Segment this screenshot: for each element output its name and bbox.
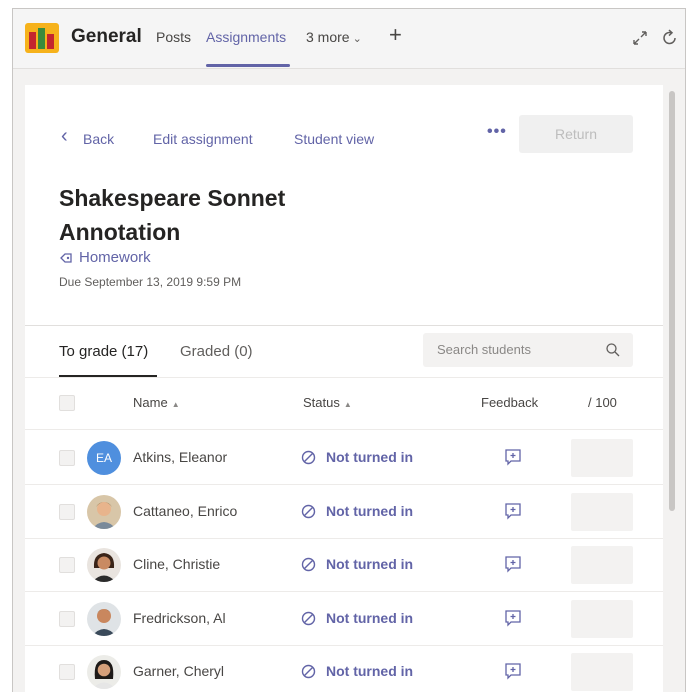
row-checkbox[interactable] [59,450,75,466]
not-turned-in-icon [301,664,316,678]
tab-graded[interactable]: Graded (0) [180,343,253,360]
table-row[interactable]: Garner, Cheryl Not turned in [25,645,663,692]
column-name[interactable]: Name ▲ [133,395,180,410]
teams-window: General Posts Assignments 3 more ⌄ + ‹ Ba… [12,8,686,692]
category-label: Homework [79,249,151,266]
status-text: Not turned in [326,556,414,572]
row-checkbox[interactable] [59,611,75,627]
table-row[interactable]: EA Atkins, Eleanor Not turned in [25,431,663,484]
assignment-card: ‹ Back Edit assignment Student view ••• … [25,85,663,692]
column-status[interactable]: Status ▲ [303,395,352,410]
not-turned-in-icon [301,557,316,571]
avatar [87,602,121,636]
status-cell: Not turned in [301,610,413,626]
points-input[interactable] [571,600,633,638]
status-text: Not turned in [326,449,414,465]
active-tab-indicator [206,64,290,67]
back-chevron-icon[interactable]: ‹ [61,125,68,148]
column-feedback: Feedback [481,395,539,410]
points-input[interactable] [571,493,633,531]
student-view-button[interactable]: Student view [294,131,374,147]
avatar [87,548,121,582]
row-checkbox[interactable] [59,557,75,573]
avatar [87,655,121,689]
points-input[interactable] [571,653,633,691]
row-checkbox[interactable] [59,664,75,680]
avatar: EA [87,441,121,475]
return-button[interactable]: Return [519,115,633,153]
row-checkbox[interactable] [59,504,75,520]
feedback-icon[interactable] [503,554,523,574]
tab-to-grade[interactable]: To grade (17) [59,343,148,360]
team-logo-icon [25,23,59,53]
section-divider [25,325,663,326]
points-input[interactable] [571,439,633,477]
more-icon[interactable]: ••• [487,123,507,141]
avatar [87,495,121,529]
status-text: Not turned in [326,610,414,626]
sort-up-icon: ▲ [343,400,352,409]
column-status-label: Status [303,395,340,410]
status-cell: Not turned in [301,663,413,679]
not-turned-in-icon [301,504,316,518]
tab-assignments[interactable]: Assignments [206,29,286,45]
column-name-label: Name [133,395,168,410]
table-row[interactable]: Cattaneo, Enrico Not turned in [25,485,663,538]
student-name[interactable]: Atkins, Eleanor [133,449,227,465]
status-text: Not turned in [326,663,414,679]
status-cell: Not turned in [301,503,413,519]
points-input[interactable] [571,546,633,584]
student-name[interactable]: Fredrickson, Al [133,610,226,626]
table-divider [25,377,663,378]
status-cell: Not turned in [301,449,413,465]
more-tabs-label: 3 more [306,29,350,45]
chevron-down-icon: ⌄ [352,33,362,45]
scrollbar[interactable] [669,91,675,511]
plus-icon[interactable]: + [389,22,402,48]
tab-more[interactable]: 3 more ⌄ [306,29,362,45]
refresh-icon[interactable] [659,27,681,49]
feedback-icon[interactable] [503,501,523,521]
status-cell: Not turned in [301,556,413,572]
back-button[interactable]: Back [83,131,114,147]
table-row[interactable]: Cline, Christie Not turned in [25,538,663,591]
expand-icon[interactable] [629,27,651,49]
due-date: Due September 13, 2019 9:59 PM [59,275,242,289]
table-divider [25,429,663,430]
tab-posts[interactable]: Posts [156,29,191,45]
search-input[interactable] [437,342,597,357]
search-box[interactable] [423,333,633,367]
edit-assignment-button[interactable]: Edit assignment [153,131,253,147]
table-row[interactable]: Fredrickson, Al Not turned in [25,592,663,645]
feedback-icon[interactable] [503,608,523,628]
student-name[interactable]: Cline, Christie [133,556,220,572]
team-name: General [71,26,142,47]
channel-header: General Posts Assignments 3 more ⌄ + [13,9,685,69]
column-points: / 100 [588,395,617,410]
student-name[interactable]: Cattaneo, Enrico [133,503,237,519]
feedback-icon[interactable] [503,447,523,467]
category-tag-icon [60,252,72,263]
sort-up-icon: ▲ [171,400,180,409]
status-text: Not turned in [326,503,414,519]
student-name[interactable]: Garner, Cheryl [133,663,224,679]
search-icon[interactable] [605,342,621,358]
assignment-category[interactable]: Homework [59,249,151,266]
not-turned-in-icon [301,450,316,464]
select-all-checkbox[interactable] [59,395,75,411]
feedback-icon[interactable] [503,661,523,681]
not-turned-in-icon [301,611,316,625]
assignment-title: Shakespeare Sonnet Annotation [59,185,286,245]
